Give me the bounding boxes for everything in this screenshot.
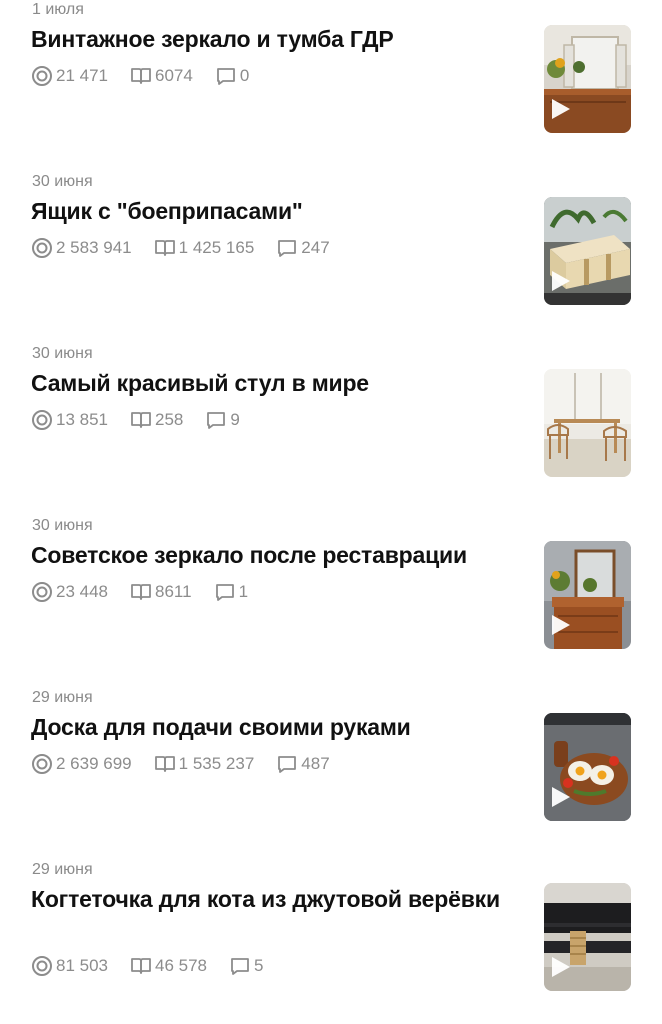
reads-count: 8611: [155, 582, 192, 601]
article-date: 30 июня: [32, 173, 93, 190]
views-stat: 2 639 699: [31, 753, 132, 775]
article-feed: 1 июля Винтажное зеркало и тумба ГДР 21 …: [0, 0, 662, 1024]
play-icon: [552, 787, 570, 807]
eye-icon: [32, 582, 52, 602]
comments-stat[interactable]: 1: [214, 582, 248, 602]
comments-count: 1: [238, 582, 249, 601]
views-count: 13 851: [56, 410, 108, 429]
comment-icon: [278, 756, 297, 773]
comments-stat[interactable]: 9: [205, 410, 240, 430]
views-stat: 2 583 941: [31, 237, 132, 259]
article-title[interactable]: Советское зеркало после реставрации: [31, 540, 511, 570]
article-item[interactable]: 30 июня Советское зеркало после реставра…: [0, 516, 662, 666]
comments-stat[interactable]: 5: [229, 956, 263, 976]
article-title[interactable]: Винтажное зеркало и тумба ГДР: [31, 24, 511, 54]
book-icon: [154, 240, 175, 256]
play-icon: [552, 99, 570, 119]
comments-stat[interactable]: 0: [215, 66, 249, 86]
reads-count: 258: [155, 410, 184, 429]
comment-icon: [215, 584, 234, 601]
article-date: 30 июня: [32, 517, 93, 534]
article-thumbnail[interactable]: [544, 25, 631, 133]
comment-icon: [278, 240, 297, 257]
article-stats: 2 583 941 1 425 165 247: [31, 236, 352, 260]
reads-stat: 1 425 165: [154, 238, 255, 258]
reads-stat: 1 535 237: [154, 754, 255, 774]
comments-stat[interactable]: 247: [276, 238, 330, 258]
article-thumbnail[interactable]: [544, 197, 631, 305]
article-thumbnail[interactable]: [544, 369, 631, 477]
book-icon: [131, 412, 151, 428]
comments-count: 247: [301, 238, 330, 257]
comments-count: 9: [230, 410, 240, 429]
article-date: 1 июля: [32, 1, 84, 18]
comment-icon: [231, 958, 249, 975]
article-date: 29 июня: [32, 689, 93, 706]
article-stats: 23 448 8611 1: [31, 580, 270, 604]
play-icon: [552, 615, 570, 635]
article-title[interactable]: Когтеточка для кота из джутовой верёвки: [31, 884, 511, 914]
reads-count: 6074: [155, 66, 193, 85]
article-title[interactable]: Самый красивый стул в мире: [31, 368, 511, 398]
article-stats: 13 851 258 9: [31, 408, 262, 432]
article-thumbnail[interactable]: [544, 883, 631, 991]
views-count: 2 583 941: [56, 238, 132, 257]
article-stats: 81 503 46 578 5: [31, 954, 285, 978]
play-icon: [552, 957, 570, 977]
eye-icon: [32, 956, 52, 976]
comments-stat[interactable]: 487: [276, 754, 330, 774]
article-stats: 2 639 699 1 535 237 487: [31, 752, 352, 776]
article-item[interactable]: 29 июня Когтеточка для кота из джутовой …: [0, 860, 662, 1024]
comment-icon: [207, 412, 226, 429]
book-icon: [131, 584, 151, 600]
article-item[interactable]: 30 июня Ящик с "боеприпасами" 2 583 941 …: [0, 172, 662, 322]
reads-count: 1 535 237: [178, 754, 255, 773]
views-stat: 23 448: [31, 581, 108, 603]
article-title[interactable]: Доска для подачи своими руками: [31, 712, 511, 742]
reads-count: 46 578: [155, 956, 207, 975]
article-item[interactable]: 1 июля Винтажное зеркало и тумба ГДР 21 …: [0, 0, 662, 150]
views-stat: 13 851: [31, 409, 108, 431]
article-item[interactable]: 30 июня Самый красивый стул в мире 13 85…: [0, 344, 662, 494]
views-stat: 21 471: [31, 65, 108, 87]
views-count: 81 503: [56, 956, 108, 975]
article-title[interactable]: Ящик с "боеприпасами": [31, 196, 511, 226]
comments-count: 5: [254, 956, 264, 975]
views-count: 2 639 699: [56, 754, 132, 773]
reads-count: 1 425 165: [178, 238, 255, 257]
article-date: 29 июня: [32, 861, 93, 878]
eye-icon: [32, 66, 52, 86]
reads-stat: 8611: [130, 582, 192, 602]
views-count: 23 448: [56, 582, 108, 601]
article-thumbnail[interactable]: [544, 541, 631, 649]
chair-photo: [544, 369, 631, 477]
views-stat: 81 503: [31, 955, 108, 977]
book-icon: [131, 958, 151, 974]
reads-stat: 46 578: [130, 956, 207, 976]
article-date: 30 июня: [32, 345, 93, 362]
comment-icon: [216, 68, 235, 85]
reads-stat: 258: [130, 410, 183, 430]
eye-icon: [32, 238, 52, 258]
eye-icon: [32, 410, 52, 430]
play-icon: [552, 271, 570, 291]
book-icon: [131, 68, 151, 84]
eye-icon: [32, 754, 52, 774]
reads-stat: 6074: [130, 66, 193, 86]
comments-count: 487: [301, 754, 330, 773]
comments-count: 0: [239, 66, 250, 85]
article-thumbnail[interactable]: [544, 713, 631, 821]
article-stats: 21 471 6074 0: [31, 64, 271, 88]
article-item[interactable]: 29 июня Доска для подачи своими руками 2…: [0, 688, 662, 838]
views-count: 21 471: [56, 66, 108, 85]
book-icon: [154, 756, 175, 772]
